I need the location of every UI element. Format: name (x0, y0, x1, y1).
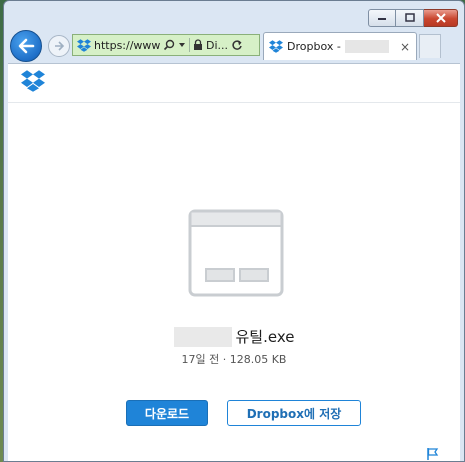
window-caption-buttons (368, 9, 458, 27)
forward-button[interactable] (48, 35, 70, 57)
dropbox-header (8, 64, 460, 103)
back-button[interactable] (10, 30, 42, 62)
dropbox-logo[interactable] (21, 70, 45, 96)
lock-icon[interactable] (193, 39, 203, 51)
tab-title: Dropbox - (287, 40, 341, 53)
redacted-text (173, 326, 232, 347)
tab-dropbox[interactable]: Dropbox - × (263, 32, 417, 60)
address-bar[interactable]: https://www.d Di... (72, 34, 260, 56)
new-tab-button[interactable] (419, 34, 441, 58)
refresh-icon[interactable] (231, 39, 243, 51)
minimize-button[interactable] (368, 9, 396, 27)
navigation-toolbar: https://www.d Di... Dropbox - × (4, 27, 464, 65)
minimize-icon (378, 18, 386, 20)
application-file-icon (188, 209, 284, 301)
maximize-button[interactable] (396, 9, 424, 27)
browser-window: https://www.d Di... Dropbox - × (3, 0, 465, 462)
tab-close-icon[interactable]: × (400, 41, 410, 53)
download-button[interactable]: 다운로드 (126, 400, 208, 426)
dropdown-icon[interactable] (178, 42, 186, 48)
close-icon (435, 13, 446, 23)
address-url: https://www.d (94, 38, 160, 52)
dropbox-favicon (269, 40, 283, 53)
forward-arrow-icon (55, 41, 65, 51)
redacted-text (344, 40, 389, 53)
dropbox-favicon (77, 38, 91, 52)
save-to-dropbox-button[interactable]: Dropbox에 저장 (227, 400, 361, 426)
file-name: 유틸.exe (235, 328, 295, 346)
search-icon[interactable] (163, 39, 175, 51)
file-name-row: 유틸.exe (8, 326, 460, 347)
maximize-icon (404, 13, 415, 22)
close-button[interactable] (424, 9, 458, 27)
page-content: 유틸.exe 17일 전 · 128.05 KB 다운로드 Dropbox에 저… (8, 63, 460, 461)
site-identity: Di... (206, 38, 229, 52)
file-meta: 17일 전 · 128.05 KB (181, 353, 287, 366)
flag-icon[interactable] (426, 446, 440, 461)
dropbox-logo-icon (21, 70, 45, 92)
back-arrow-icon (18, 38, 35, 54)
address-separator (189, 38, 190, 52)
